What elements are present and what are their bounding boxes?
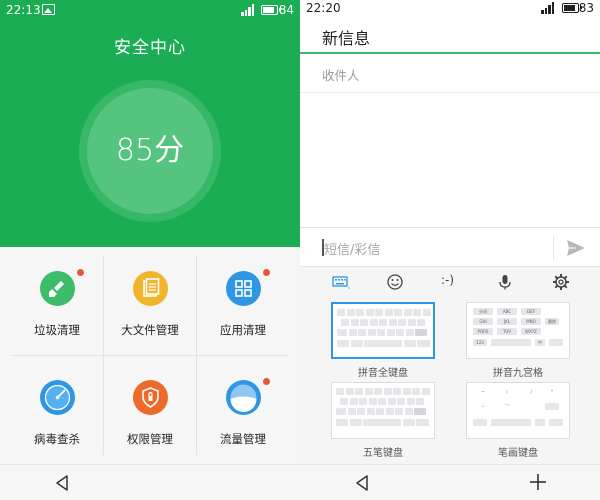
tile-permission-manager[interactable]: 权限管理 (100, 356, 200, 464)
keyboard-thumb-row: 丶 乛 (473, 403, 559, 410)
keyboard-option-pinyin-9key[interactable]: 分词 ABC DEF GHI JKL MNO 删除 PQRS TUV WXYZ … (466, 302, 570, 359)
battery-icon (261, 5, 281, 15)
plus-icon[interactable] (528, 472, 548, 492)
nine-key: DEF (521, 308, 541, 315)
microphone-icon[interactable] (495, 272, 515, 292)
keyboard-icon[interactable] (331, 272, 351, 292)
status-bar: 22:13 84 (0, 0, 300, 22)
navigation-bar (300, 464, 600, 500)
gear-icon[interactable] (551, 272, 571, 292)
new-message-screen: 22:20 83 新信息 收件人 短信/彩信:-) 拼音全键盘 分词 ABC … (300, 0, 600, 500)
keyboard-thumb-row: PQRS TUV WXYZ (473, 328, 559, 335)
keyboard-thumb-row: 123 中 (473, 339, 563, 346)
keyboard-thumb-row (336, 419, 429, 426)
keyboard-thumb-row (336, 408, 426, 415)
tile-large-file-manager[interactable]: 大文件管理 (100, 247, 200, 355)
battery-level: 84 (278, 3, 294, 17)
keyboard-option-wubi[interactable] (331, 382, 435, 439)
tile-label: 流量管理 (220, 432, 266, 446)
tile-app-clean[interactable]: 应用清理 (193, 247, 293, 355)
keyboard-option-label: 拼音全键盘 (358, 368, 408, 379)
stroke-key: 丿 (521, 388, 541, 395)
security-center-screen: 22:13 84 安全中心 85分 垃圾清理 大文件管理 应用清理 病毒查杀 权… (0, 0, 300, 500)
document-icon (133, 271, 168, 306)
app-grid-icon (226, 271, 261, 306)
keyboard-option-pinyin-full[interactable] (331, 302, 435, 359)
nine-key: 删除 (545, 318, 559, 325)
tile-junk-clean[interactable]: 垃圾清理 (7, 247, 107, 355)
notification-badge (263, 269, 270, 276)
nine-key: 123 (473, 339, 487, 346)
notification-badge (77, 269, 84, 276)
keyboard-option-label: 五笔键盘 (363, 448, 403, 459)
security-score: 85分 (115, 133, 185, 168)
stroke-key: 丨 (497, 388, 517, 395)
nine-key: PQRS (473, 328, 493, 335)
back-triangle-icon[interactable] (352, 473, 372, 493)
keyboard-option-label: 笔画键盘 (498, 448, 538, 459)
nine-key: JKL (497, 318, 517, 325)
picture-notification-icon (42, 4, 55, 15)
message-header: 新信息 (300, 18, 600, 54)
recipient-placeholder: 收件人 (322, 68, 360, 83)
keyboard-thumb-row: 分词 ABC DEF (473, 308, 559, 315)
keyboard-thumb-row (340, 398, 424, 405)
tile-label: 垃圾清理 (34, 323, 80, 337)
keyboard-toolbar: :-) (300, 267, 600, 297)
keyboard-thumb-row (337, 309, 431, 316)
navigation-bar (0, 464, 300, 500)
broom-icon (40, 271, 75, 306)
nine-key: ABC (497, 308, 517, 315)
send-icon[interactable] (565, 237, 587, 259)
notification-badge (263, 378, 270, 385)
keyboard-option-label: 拼音九宫格 (493, 368, 543, 379)
stroke-key: 乛 (497, 403, 517, 410)
battery-icon (562, 3, 582, 13)
nine-key: GHI (473, 318, 493, 325)
status-bar: 22:20 83 (300, 0, 600, 18)
stroke-key: * (545, 388, 559, 395)
tile-label: 大文件管理 (121, 323, 179, 337)
shield-icon (133, 380, 168, 415)
keyboard-option-stroke[interactable]: 一 丨 丿 * 丶 乛 (466, 382, 570, 439)
keyboard-thumb-row (473, 419, 563, 426)
keyboard-thumb-row (337, 340, 430, 347)
recipient-field[interactable]: 收件人 (300, 56, 600, 93)
back-triangle-icon[interactable] (52, 473, 72, 493)
status-time: 22:20 (306, 1, 341, 15)
message-compose-bar: 短信/彩信 (300, 227, 600, 267)
tile-virus-scan[interactable]: 病毒查杀 (7, 356, 107, 464)
nine-key: 分词 (473, 308, 493, 315)
tile-label: 病毒查杀 (34, 432, 80, 446)
status-time: 22:13 (6, 3, 41, 17)
keyboard-selector-panel: :-) 拼音全键盘 分词 ABC DEF GHI JKL MNO 删除 PQRS… (300, 267, 600, 464)
tile-label: 应用清理 (220, 323, 266, 337)
keyboard-thumb-row (341, 319, 425, 326)
divider (553, 236, 554, 260)
battery-level: 83 (578, 1, 594, 15)
data-gauge-icon (226, 380, 261, 415)
page-title: 安全中心 (114, 38, 186, 58)
keyboard-thumb-row: GHI JKL MNO 删除 (473, 318, 559, 325)
stroke-key: 一 (473, 388, 493, 395)
radar-icon (40, 380, 75, 415)
message-input[interactable]: 短信/彩信 (324, 239, 380, 258)
nine-key: 中 (535, 339, 545, 346)
keyboard-thumb-row: 一 丨 丿 * (473, 388, 559, 395)
keyboard-thumb-row (337, 329, 427, 336)
tile-label: 权限管理 (127, 432, 173, 446)
signal-icon (241, 4, 255, 16)
emoticon-tab[interactable]: :-) (441, 273, 454, 287)
nine-key: WXYZ (521, 328, 541, 335)
emoji-icon[interactable] (385, 272, 405, 292)
tile-data-usage[interactable]: 流量管理 (193, 356, 293, 464)
stroke-key: 丶 (473, 403, 493, 410)
conversation-area (300, 93, 600, 227)
keyboard-thumb-row (336, 388, 430, 395)
signal-icon (541, 2, 555, 14)
nine-key: MNO (521, 318, 541, 325)
nine-key: TUV (497, 328, 517, 335)
page-title: 新信息 (322, 29, 371, 48)
